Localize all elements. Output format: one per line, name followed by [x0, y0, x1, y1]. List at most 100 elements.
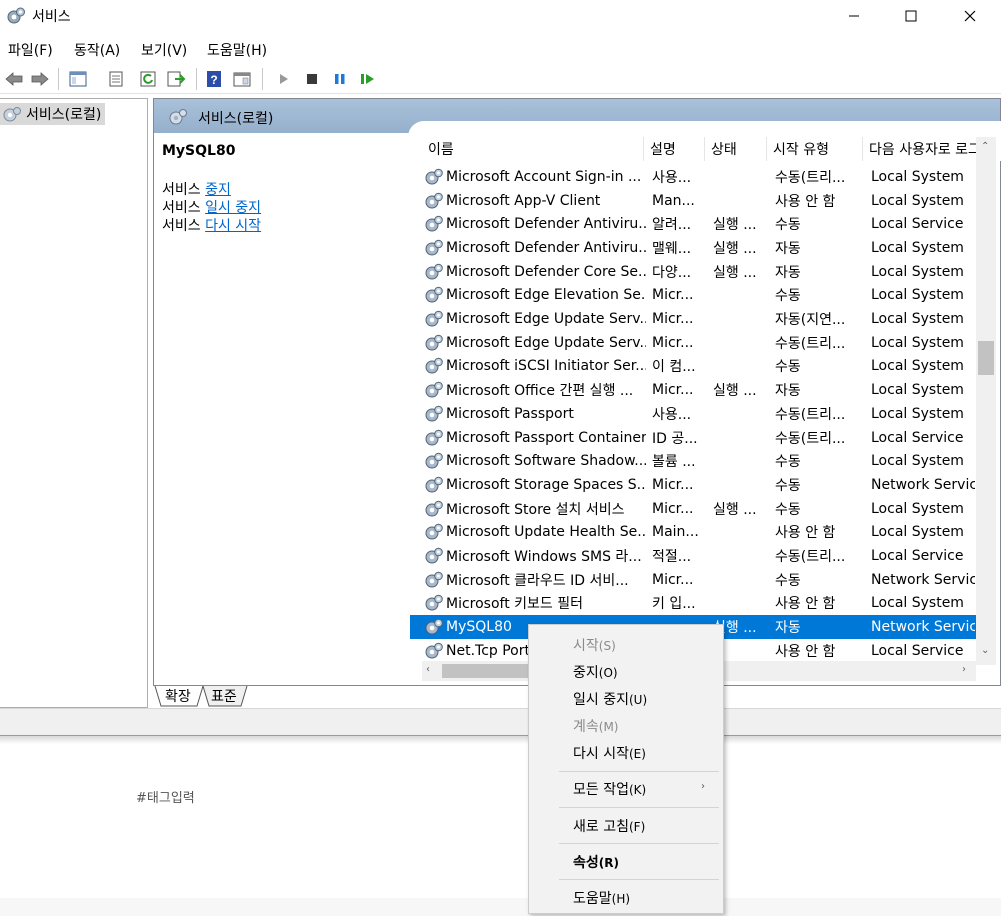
service-status-cell: 실행 ...: [713, 264, 757, 281]
service-description-cell: Main...: [652, 524, 699, 541]
pause-link[interactable]: 일시 중지: [205, 200, 261, 216]
menu-view[interactable]: 보기(V): [141, 40, 187, 60]
stop-icon: [307, 74, 317, 84]
tree-item-services-local[interactable]: 서비스(로컬): [0, 103, 106, 125]
restart-service-button[interactable]: [356, 68, 380, 90]
table-row[interactable]: Microsoft Edge Update Serv... Micr... 자동(지…: [410, 307, 978, 331]
table-row[interactable]: Microsoft App-V Client Man... 사용 안 함 Local …: [410, 189, 978, 213]
stop-link[interactable]: 중지: [205, 182, 231, 198]
service-actions: 서비스 중지 서비스 일시 중지 서비스 다시 시작: [162, 181, 261, 235]
scroll-left-icon[interactable]: ‹: [426, 664, 430, 675]
view-button[interactable]: [230, 68, 254, 90]
table-row[interactable]: Microsoft Update Health Se... Main... 사용 안…: [410, 521, 978, 545]
table-row[interactable]: Microsoft Defender Core Se... 다양... 실행 ...…: [410, 260, 978, 284]
table-row[interactable]: Microsoft Software Shadow... 볼륨 ... 수동 Loca…: [410, 449, 978, 473]
column-description[interactable]: 설명: [644, 137, 705, 161]
back-icon: [5, 72, 23, 86]
table-row[interactable]: Microsoft Office 간편 실행 ... Micr... 실행 ... 자…: [410, 378, 978, 402]
minimize-button[interactable]: [831, 0, 877, 32]
service-logon-cell: Local System: [871, 263, 964, 280]
action-restart-line: 서비스 다시 시작: [162, 218, 262, 234]
menu-help[interactable]: 도움말(H): [207, 40, 267, 60]
start-service-button[interactable]: [272, 68, 296, 90]
service-name-cell: Microsoft Passport Container: [446, 429, 646, 446]
pause-icon: [335, 74, 345, 84]
show-tree-button[interactable]: [66, 68, 90, 90]
table-row[interactable]: Microsoft Edge Elevation Se... Micr... 수동 L…: [410, 284, 978, 308]
table-row[interactable]: Microsoft Defender Antiviru... 맬웨... 실행 ..…: [410, 236, 978, 260]
table-row[interactable]: Microsoft Windows SMS 라... 적절... 수동(트리... L…: [410, 544, 978, 568]
scroll-down-icon[interactable]: ⌄: [981, 645, 989, 656]
export-icon: [167, 71, 186, 87]
service-logon-cell: Local Service: [871, 642, 964, 659]
menu-file[interactable]: 파일(F): [8, 40, 53, 60]
table-row[interactable]: Microsoft Passport 사용... 수동(트리... Local Sys…: [410, 402, 978, 426]
menu-action[interactable]: 동작(A): [74, 40, 120, 60]
service-gear-icon: [424, 238, 446, 258]
service-gear-icon: [424, 570, 446, 590]
close-button[interactable]: [947, 0, 993, 32]
service-gear-icon: [424, 262, 446, 282]
ctx-all-tasks[interactable]: 모든 작업(K): [573, 779, 646, 799]
restart-link[interactable]: 다시 시작: [205, 218, 261, 234]
column-name[interactable]: 이름: [422, 137, 644, 161]
table-row[interactable]: Microsoft Storage Spaces S... Micr... 수동 Ne…: [410, 473, 978, 497]
export-button[interactable]: [164, 68, 188, 90]
tab-standard[interactable]: 표준: [207, 686, 241, 706]
minimize-icon: [849, 15, 859, 17]
help-button[interactable]: ?: [202, 68, 226, 90]
table-row[interactable]: Microsoft iSCSI Initiator Ser... 이 컴... 수동…: [410, 355, 978, 379]
column-startup-type[interactable]: 시작 유형: [767, 137, 863, 161]
service-startup-cell: 수동(트리...: [775, 406, 846, 423]
help-icon: ?: [207, 71, 221, 87]
forward-button[interactable]: [28, 68, 52, 90]
ctx-refresh[interactable]: 새로 고침(F): [573, 816, 645, 836]
service-logon-cell: Local System: [871, 311, 964, 328]
properties-button[interactable]: [104, 68, 128, 90]
table-row[interactable]: Microsoft Account Sign-in ... 사용... 수동(트리.…: [410, 165, 978, 189]
selected-service-name: MySQL80: [162, 143, 236, 159]
service-gear-icon: [424, 309, 446, 329]
ctx-restart[interactable]: 다시 시작(E): [573, 743, 646, 763]
column-logon-as[interactable]: 다음 사용자로 로그온: [863, 137, 978, 161]
table-row[interactable]: Microsoft Defender Antiviru... 알려... 실행 ..…: [410, 212, 978, 236]
ctx-pause[interactable]: 일시 중지(U): [573, 689, 647, 709]
ctx-properties[interactable]: 속성(R): [573, 852, 619, 872]
table-row[interactable]: Microsoft Store 설치 서비스 Micr... 실행 ... 수동 Loc…: [410, 497, 978, 521]
refresh-button[interactable]: [136, 68, 160, 90]
service-description-cell: ID 공...: [652, 430, 698, 447]
service-startup-cell: 자동: [775, 620, 801, 637]
service-description-cell: 다양...: [652, 264, 692, 281]
ctx-start[interactable]: 시작(S): [573, 635, 616, 655]
tag-input[interactable]: #태그입력: [136, 787, 195, 806]
vertical-scrollbar[interactable]: ⌃ ⌄: [976, 137, 996, 665]
service-logon-cell: Local Service: [871, 548, 964, 565]
tab-extended[interactable]: 확장: [161, 686, 195, 706]
column-status[interactable]: 상태: [705, 137, 767, 161]
service-logon-cell: Local System: [871, 595, 964, 612]
service-name-cell: Microsoft Windows SMS 라...: [446, 549, 642, 566]
table-row[interactable]: Microsoft 클라우드 ID 서비... Micr... 수동 Network …: [410, 568, 978, 592]
service-startup-cell: 수동: [775, 501, 801, 518]
service-gear-icon: [424, 428, 446, 448]
service-description-cell: Micr...: [652, 500, 694, 517]
scroll-right-icon[interactable]: ›: [962, 664, 966, 675]
pause-service-button[interactable]: [328, 68, 352, 90]
vertical-scroll-thumb[interactable]: [978, 341, 994, 375]
table-row[interactable]: Microsoft Edge Update Serv... Micr... 수동(트…: [410, 331, 978, 355]
table-row[interactable]: Microsoft 키보드 필터 키 입... 사용 안 함 Local System: [410, 592, 978, 616]
stop-service-button[interactable]: [300, 68, 324, 90]
service-startup-cell: 수동: [775, 477, 801, 494]
service-startup-cell: 자동: [775, 383, 801, 400]
service-description-cell: Micr...: [652, 287, 694, 304]
ctx-help[interactable]: 도움말(H): [573, 888, 630, 908]
service-name-cell: Microsoft Office 간편 실행 ...: [446, 383, 634, 400]
maximize-button[interactable]: [888, 0, 934, 32]
scroll-up-icon[interactable]: ⌃: [981, 141, 989, 152]
ctx-resume[interactable]: 계속(M): [573, 716, 618, 736]
table-row[interactable]: Microsoft Passport Container ID 공... 수동(트리…: [410, 426, 978, 450]
back-button[interactable]: [2, 68, 26, 90]
service-startup-cell: 수동(트리...: [775, 169, 846, 186]
ctx-stop[interactable]: 중지(O): [573, 662, 618, 682]
service-startup-cell: 수동: [775, 359, 801, 376]
